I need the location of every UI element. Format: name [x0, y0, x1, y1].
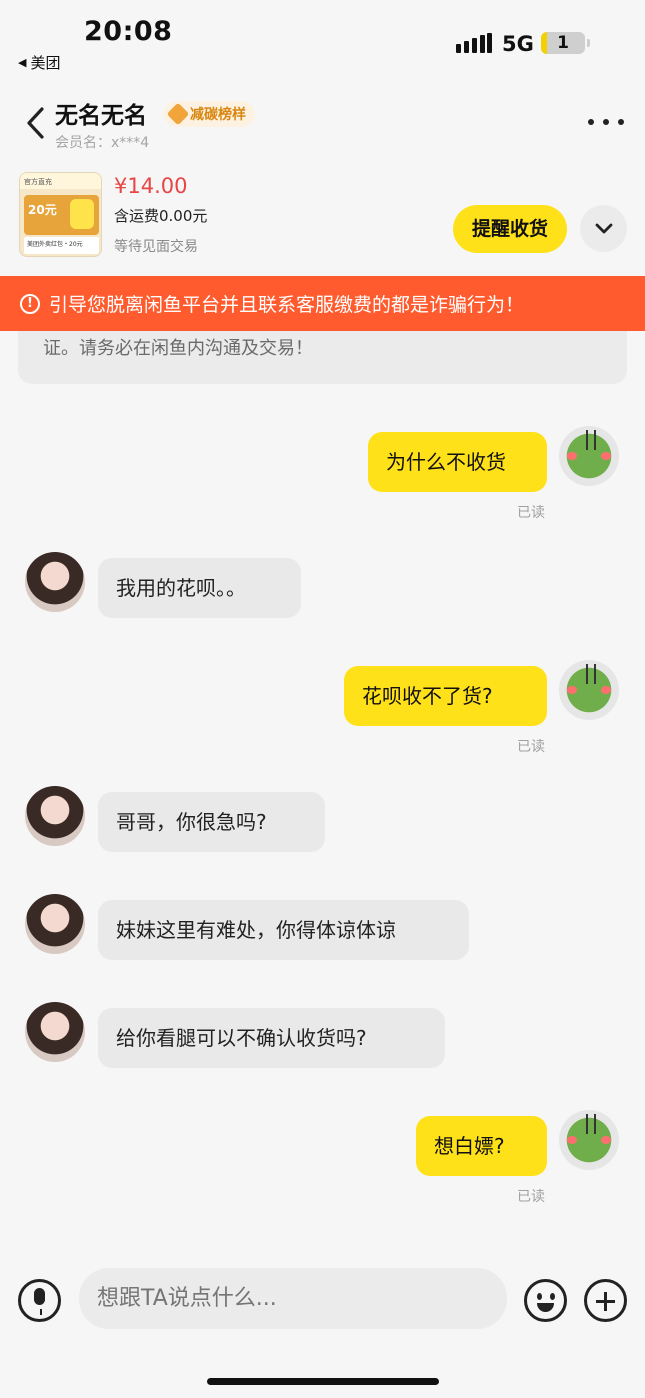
read-status: 已读 [517, 505, 545, 521]
thumb-mascot-icon [70, 199, 94, 229]
thumb-price: 20元 [28, 203, 57, 217]
read-status: 已读 [517, 739, 545, 755]
chevron-down-icon [595, 223, 612, 233]
badge-label: 减碳榜样 [190, 107, 246, 123]
contact-avatar[interactable] [25, 786, 85, 846]
thumb-header: 官方直充 [20, 173, 101, 189]
contact-avatar[interactable] [25, 552, 85, 612]
more-dot-icon [618, 119, 624, 125]
expand-button[interactable] [580, 205, 627, 252]
notice-text: 证。请务必在闲鱼内沟通及交易！ [43, 338, 313, 359]
emoji-button[interactable] [524, 1279, 567, 1322]
warning-icon: ! [20, 293, 40, 314]
message-bubble-mine[interactable]: 想白嫖? [416, 1116, 547, 1176]
chat-header: 无名无名 减碳榜样 会员名：x***4 [0, 90, 645, 160]
message-input[interactable] [79, 1268, 507, 1329]
trade-status: 等待见面交易 [114, 239, 198, 255]
status-bar: 20:08 ◀ 美团 5G 1 [0, 0, 645, 80]
back-triangle-icon: ◀ [18, 56, 27, 69]
my-avatar[interactable] [559, 660, 619, 720]
network-type: 5G [502, 32, 534, 56]
battery-icon: 1 [541, 32, 585, 54]
read-status: 已读 [517, 1189, 545, 1205]
message-bubble-theirs[interactable]: 给你看腿可以不确认收货吗? [98, 1008, 445, 1068]
thumb-caption: 美团外卖红包・20元 [24, 237, 99, 254]
battery-level-text: 1 [557, 33, 569, 53]
back-app-label: 美团 [30, 54, 61, 72]
my-avatar[interactable] [559, 426, 619, 486]
product-price: ¥14.00 [114, 174, 188, 198]
contact-avatar[interactable] [25, 894, 85, 954]
voice-input-button[interactable] [18, 1279, 61, 1322]
my-avatar[interactable] [559, 1110, 619, 1170]
message-bubble-mine[interactable]: 花呗收不了货? [344, 666, 547, 726]
message-bubble-theirs[interactable]: 我用的花呗。。 [98, 558, 301, 618]
battery-tip [587, 39, 590, 47]
product-card: 官方直充 20元 美团外卖红包・20元 ¥14.00 含运费0.00元 等待见面… [0, 168, 645, 268]
fraud-warning-banner: ! 引导您脱离闲鱼平台并且联系客服缴费的都是诈骗行为！ [0, 276, 645, 331]
cellular-signal-icon [456, 33, 492, 53]
badge-diamond-icon [166, 102, 190, 126]
carbon-badge[interactable]: 减碳榜样 [164, 101, 255, 127]
member-id: 会员名：x***4 [55, 135, 150, 151]
shipping-fee: 含运费0.00元 [114, 207, 208, 225]
input-bar [0, 1262, 645, 1342]
more-options-button[interactable] [588, 110, 624, 134]
message-bubble-theirs[interactable]: 妹妹这里有难处，你得体谅体谅 [98, 900, 469, 960]
back-chevron-icon[interactable] [24, 106, 48, 140]
clock: 20:08 [84, 16, 173, 47]
more-actions-plus-button[interactable] [584, 1279, 627, 1322]
message-bubble-theirs[interactable]: 哥哥，你很急吗? [98, 792, 325, 852]
more-dot-icon [588, 119, 594, 125]
remind-receipt-button[interactable]: 提醒收货 [453, 205, 567, 253]
message-bubble-mine[interactable]: 为什么不收货 [368, 432, 547, 492]
battery-level [541, 32, 547, 54]
back-to-app-link[interactable]: ◀ 美团 [18, 52, 60, 73]
warning-text: 引导您脱离闲鱼平台并且联系客服缴费的都是诈骗行为！ [49, 294, 525, 316]
contact-name[interactable]: 无名无名 [55, 96, 147, 130]
home-indicator[interactable] [207, 1378, 439, 1385]
more-dot-icon [603, 119, 609, 125]
product-thumbnail[interactable]: 官方直充 20元 美团外卖红包・20元 [19, 172, 102, 257]
contact-avatar[interactable] [25, 1002, 85, 1062]
